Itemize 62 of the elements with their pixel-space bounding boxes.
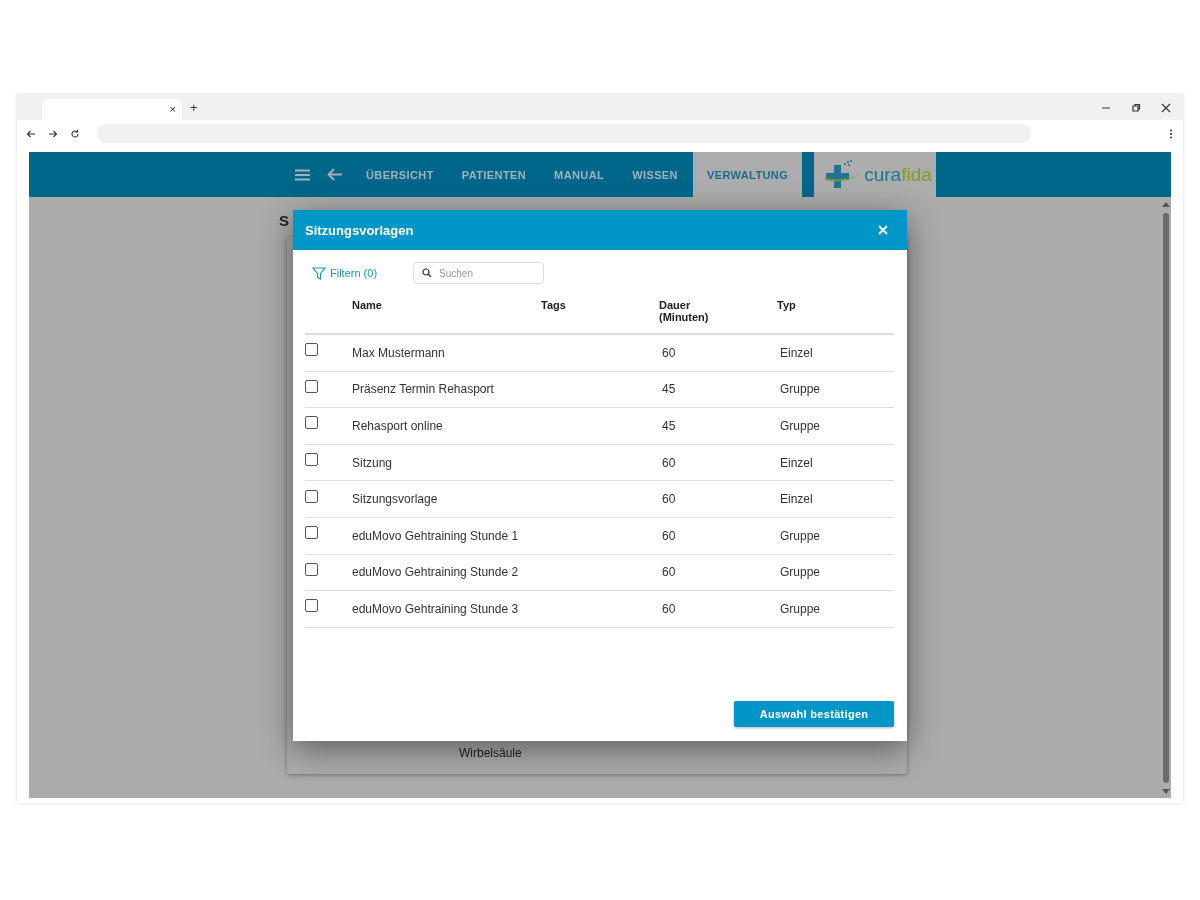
table-cell-text: Einzel [779,455,814,470]
back-icon[interactable] [26,128,36,139]
table-cell-text: 60 [661,455,677,470]
table-cell-text: Gruppe [779,601,822,616]
confirm-button[interactable]: Auswahl bestätigen [734,701,894,727]
column-header: Typ [777,298,797,313]
checkbox[interactable] [305,416,318,430]
close-icon[interactable] [1161,102,1171,113]
table-cell-text: Max Mustermann [352,345,446,360]
column-header: Dauer (Minuten) [659,298,710,325]
table-cell-text: 60 [661,565,677,580]
column-header: Name [352,298,383,313]
reload-icon[interactable] [70,128,80,139]
search-field[interactable]: Suchen [413,262,545,284]
nav-tab[interactable]: ÜBERSICHT [352,152,448,197]
table-cell-text: Einzel [779,492,814,507]
logo-text: curafida [864,163,932,186]
table-cell-text: 60 [661,492,677,507]
table-cell-text: eduMovo Gehtraining Stunde 3 [352,601,520,616]
browser-tab[interactable]: × [42,99,182,120]
menu-icon[interactable] [295,168,310,181]
filter-icon [312,266,326,280]
table-cell-text: Gruppe [779,382,822,397]
dialog-title: Sitzungsvorlagen [305,222,414,238]
checkbox[interactable] [305,562,318,576]
column-header: Tags [541,298,567,313]
nav-tab[interactable]: VERWALTUNG [692,152,803,197]
table-cell-text: Rehasport online [352,419,444,433]
logo[interactable]: curafida [814,152,937,197]
checkbox[interactable] [305,453,318,467]
nav-tab[interactable]: PATIENTEN [447,152,541,197]
checkbox[interactable] [305,379,318,393]
table-cell-text: 60 [661,601,677,616]
checkbox[interactable] [305,343,318,357]
close-tab-icon[interactable]: × [169,104,176,115]
page-heading: S [279,212,290,229]
table-cell-text: Gruppe [779,528,822,543]
nav-tab[interactable]: WISSEN [618,152,692,197]
nav-tab[interactable]: MANUAL [540,152,619,197]
checkbox[interactable] [305,489,318,503]
restore-icon[interactable] [1131,102,1141,113]
table-cell-text: 45 [661,382,677,397]
table-cell-text: Einzel [779,345,814,360]
filter-button[interactable]: Filtern (0) [312,263,378,283]
search-icon [422,268,433,278]
table-cell-text: 60 [661,345,677,360]
table-cell-text: 60 [661,528,677,543]
table-cell-text: 45 [661,419,677,433]
table-cell-text: Sitzung [352,455,394,470]
checkbox[interactable] [305,599,318,613]
table-cell-text: Präsenz Termin Rehasport [352,382,495,397]
new-tab-icon[interactable]: + [190,100,198,115]
back-arrow-icon[interactable] [327,168,342,181]
checkbox[interactable] [305,526,318,540]
table-cell-text: Gruppe [779,419,822,433]
table-cell-text: Gruppe [779,565,822,580]
more-icon[interactable] [1169,128,1173,139]
table-cell-text: Sitzungsvorlage [352,492,439,507]
forward-icon[interactable] [48,128,58,139]
table-cell-text: eduMovo Gehtraining Stunde 1 [352,528,520,543]
list-item-text: Wirbelsäule [459,746,522,760]
table-cell-text: eduMovo Gehtraining Stunde 2 [352,565,520,580]
